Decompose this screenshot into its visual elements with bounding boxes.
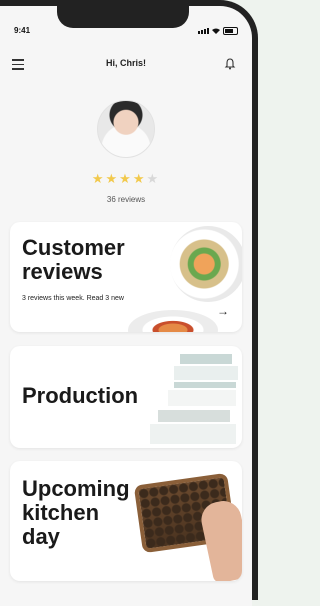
app-screen: 9:41 Hi, Chris! ★★★★★ 36 reviews Custome… xyxy=(0,6,252,606)
food-plate-image xyxy=(170,226,242,302)
customer-reviews-card[interactable]: Customer reviews 3 reviews this week. Re… xyxy=(10,222,242,332)
card-subtitle: 3 reviews this week. Read 3 new xyxy=(22,295,124,302)
notch xyxy=(57,6,189,28)
card-title-line: day xyxy=(22,523,60,549)
star-icon: ★ xyxy=(119,171,133,186)
battery-icon xyxy=(223,27,238,35)
greeting-title: Hi, Chris! xyxy=(105,58,146,68)
card-title-line: Upcoming xyxy=(22,476,130,501)
card-title-line: kitchen xyxy=(22,499,100,525)
upcoming-kitchen-day-card[interactable]: Upcoming kitchen day xyxy=(10,461,242,581)
phone-frame: 9:41 Hi, Chris! ★★★★★ 36 reviews Custome… xyxy=(0,0,258,606)
card-title: Upcoming kitchen day xyxy=(22,477,130,548)
avatar[interactable] xyxy=(97,100,155,158)
food-bowl-image xyxy=(128,310,218,332)
card-title: Production xyxy=(22,384,138,408)
star-icon: ★ xyxy=(146,171,161,186)
card-title-line: reviews xyxy=(22,258,103,284)
top-bar: Hi, Chris! xyxy=(0,54,252,74)
hand-image xyxy=(198,497,242,581)
card-title-line: Production xyxy=(22,383,139,408)
arrow-right-icon[interactable]: → xyxy=(217,304,229,318)
card-title-line: Customer xyxy=(22,235,125,260)
star-icon: ★ xyxy=(132,171,147,186)
meal-boxes-image xyxy=(128,346,242,448)
bell-icon[interactable] xyxy=(224,58,236,70)
signal-icon xyxy=(198,28,209,34)
status-time: 9:41 xyxy=(14,26,31,35)
star-icon: ★ xyxy=(91,171,106,186)
star-icon: ★ xyxy=(105,171,120,186)
reviews-count: 36 reviews xyxy=(106,195,146,204)
status-icons xyxy=(198,27,238,35)
production-card[interactable]: Production xyxy=(10,346,242,448)
wifi-icon xyxy=(212,28,220,34)
rating-stars: ★★★★★ xyxy=(0,171,252,187)
card-title: Customer reviews xyxy=(22,236,125,284)
